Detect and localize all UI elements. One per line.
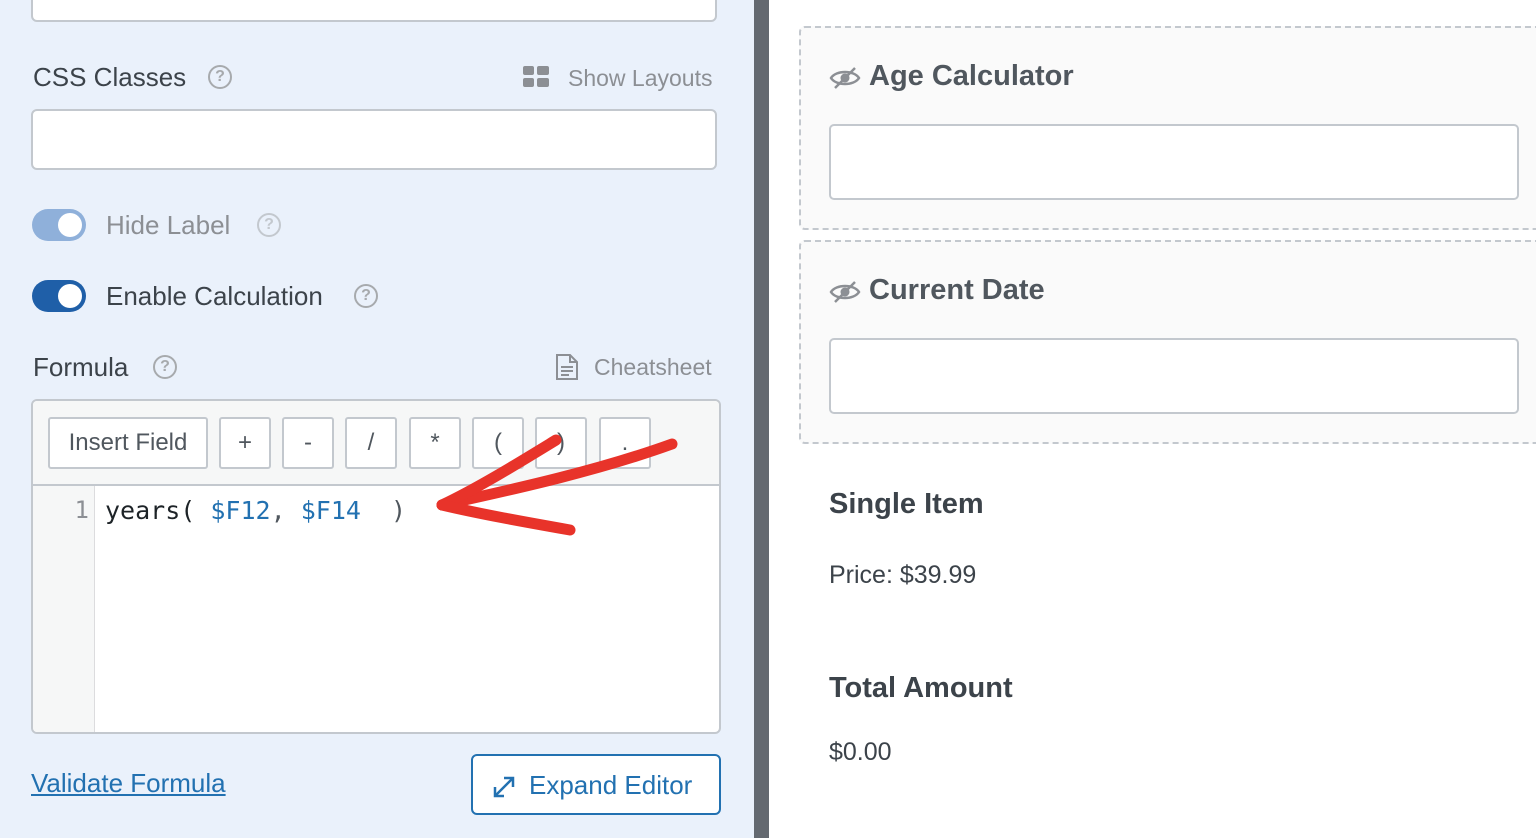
formula-editor[interactable]: Insert Field + - / * ( ) . 1 years( $F12… xyxy=(31,399,721,734)
previous-setting-input[interactable] xyxy=(31,0,717,22)
formula-code-line[interactable]: years( $F12, $F14 ) xyxy=(105,496,406,525)
code-function: years( xyxy=(105,496,196,525)
divide-button[interactable]: / xyxy=(345,417,397,469)
total-amount-title: Total Amount xyxy=(829,672,1013,704)
css-classes-help-icon[interactable]: ? xyxy=(208,65,232,89)
eye-slash-icon xyxy=(829,66,861,95)
close-paren-button[interactable]: ) xyxy=(535,417,587,469)
age-calculator-title: Age Calculator xyxy=(869,60,1074,92)
code-arg-f12: $F12 xyxy=(210,496,271,525)
grid-layout-icon[interactable] xyxy=(523,66,549,93)
code-arg-f14: $F14 xyxy=(300,496,361,525)
current-date-input[interactable] xyxy=(829,338,1519,414)
toggle-knob xyxy=(58,284,82,308)
expand-editor-label: Expand Editor xyxy=(529,770,693,800)
hide-label-toggle[interactable] xyxy=(32,209,86,241)
formula-toolbar: Insert Field + - / * ( ) . xyxy=(33,401,719,486)
dot-button[interactable]: . xyxy=(599,417,651,469)
open-paren-button[interactable]: ( xyxy=(472,417,524,469)
cheatsheet-link[interactable]: Cheatsheet xyxy=(594,354,712,381)
age-calculator-input[interactable] xyxy=(829,124,1519,200)
insert-field-button[interactable]: Insert Field xyxy=(48,417,208,469)
css-classes-label: CSS Classes xyxy=(33,62,187,92)
field-options-panel: CSS Classes ? Show Layouts Hide Label ? … xyxy=(0,0,754,838)
show-layouts-link[interactable]: Show Layouts xyxy=(568,65,712,92)
formula-help-icon[interactable]: ? xyxy=(153,355,177,379)
css-classes-input[interactable] xyxy=(31,109,717,170)
panel-divider xyxy=(754,0,769,838)
eye-slash-icon xyxy=(829,280,861,309)
enable-calculation-text: Enable Calculation xyxy=(106,281,323,311)
age-calculator-field[interactable]: Age Calculator xyxy=(799,26,1536,230)
minus-button[interactable]: - xyxy=(282,417,334,469)
line-number: 1 xyxy=(74,496,89,524)
form-preview: Age Calculator Current Date Single Item … xyxy=(769,0,1536,838)
document-icon[interactable] xyxy=(555,353,579,386)
single-item-price: Price: $39.99 xyxy=(829,561,977,589)
current-date-field[interactable]: Current Date xyxy=(799,240,1536,444)
validate-formula-link[interactable]: Validate Formula xyxy=(31,768,226,799)
enable-calculation-help-icon[interactable]: ? xyxy=(354,284,378,308)
line-number-gutter: 1 xyxy=(33,486,95,732)
code-close-paren: ) xyxy=(391,496,407,525)
expand-arrows-icon xyxy=(493,776,515,798)
single-item-title: Single Item xyxy=(829,488,984,520)
toggle-knob xyxy=(58,213,82,237)
formula-label: Formula xyxy=(33,352,129,382)
code-comma: , xyxy=(270,496,286,525)
multiply-button[interactable]: * xyxy=(409,417,461,469)
hide-label-help-icon[interactable]: ? xyxy=(257,213,281,237)
plus-button[interactable]: + xyxy=(219,417,271,469)
total-amount-value: $0.00 xyxy=(829,738,892,766)
hide-label-text: Hide Label xyxy=(106,210,231,240)
expand-editor-button[interactable]: Expand Editor xyxy=(471,754,721,815)
enable-calculation-toggle[interactable] xyxy=(32,280,86,312)
current-date-title: Current Date xyxy=(869,274,1045,306)
